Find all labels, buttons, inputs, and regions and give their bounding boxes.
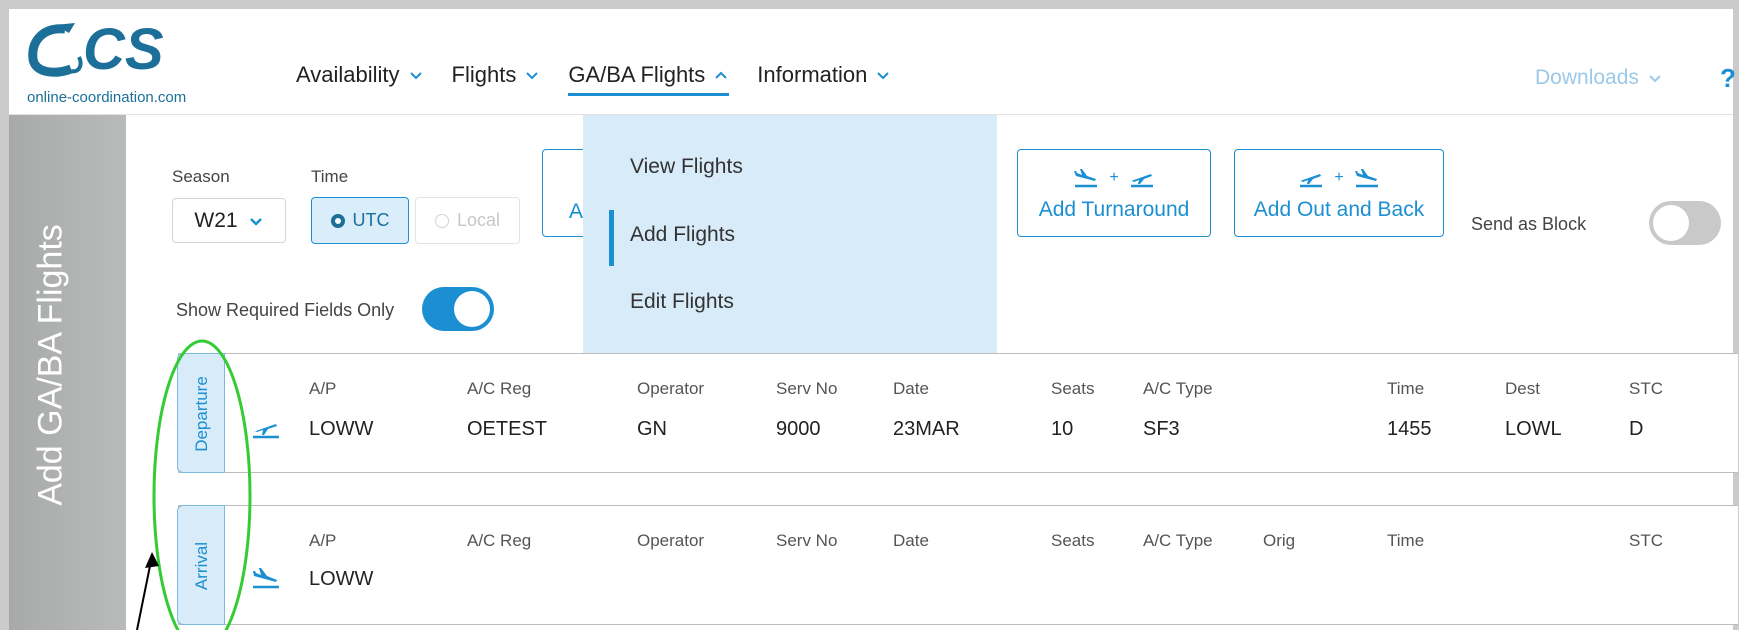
nav-gaba-flights[interactable]: GA/BA Flights xyxy=(568,62,730,96)
dep-value-operator[interactable]: GN xyxy=(637,418,667,441)
arrival-tab-label: Arrival xyxy=(192,541,211,591)
arr-header-seats: Seats xyxy=(1051,531,1095,550)
nav-flights[interactable]: Flights xyxy=(452,62,541,96)
chevron-down-icon xyxy=(249,217,262,226)
chevron-up-icon xyxy=(715,71,728,79)
dep-header-seats: Seats xyxy=(1051,379,1095,398)
arrival-plane-icon xyxy=(1354,169,1378,188)
plus-icon: + xyxy=(1334,169,1344,186)
dep-header-ap: A/P xyxy=(309,379,337,398)
dep-header-time: Time xyxy=(1387,379,1425,398)
logo-lettering: CS xyxy=(83,19,164,81)
dep-header-acreg: A/C Reg xyxy=(467,379,532,398)
add-out-and-back-button[interactable]: + Add Out and Back xyxy=(1234,149,1444,237)
nav-information-label: Information xyxy=(757,62,868,87)
dep-value-date[interactable]: 23MAR xyxy=(893,418,960,441)
add-out-and-back-label: Add Out and Back xyxy=(1253,198,1425,221)
time-local-option[interactable]: Local xyxy=(415,197,520,244)
logo-url: online-coordination.com xyxy=(27,89,187,106)
nav-gaba-flights-label: GA/BA Flights xyxy=(568,62,706,87)
nav-availability[interactable]: Availability xyxy=(296,62,424,96)
dep-header-date: Date xyxy=(893,379,929,398)
nav-availability-label: Availability xyxy=(296,62,400,87)
dep-header-servno: Serv No xyxy=(776,379,838,398)
arrival-tab[interactable]: Arrival xyxy=(177,505,225,625)
departure-tab-label: Departure xyxy=(192,376,211,452)
gaba-flights-dropdown: View Flights Add Flights Edit Flights xyxy=(583,115,997,355)
main-content: Season W21 Time UTC Local A + Add Turnar… xyxy=(126,115,1738,630)
season-value: W21 xyxy=(194,208,238,232)
departure-tab[interactable]: Departure xyxy=(177,353,225,473)
nav-flights-label: Flights xyxy=(451,62,517,87)
help-button[interactable]: ? xyxy=(1720,63,1736,94)
send-as-block-label: Send as Block xyxy=(1471,214,1587,234)
time-local-label: Local xyxy=(456,210,501,230)
time-utc-label: UTC xyxy=(352,210,390,230)
chevron-down-icon xyxy=(1649,75,1661,83)
arrival-plane-icon xyxy=(253,568,279,589)
arr-header-time: Time xyxy=(1387,531,1425,550)
arr-header-date: Date xyxy=(893,531,929,550)
dep-header-operator: Operator xyxy=(637,379,705,398)
departure-plane-icon xyxy=(1300,174,1323,188)
toggle-knob xyxy=(454,291,490,327)
arr-header-stc: STC xyxy=(1629,531,1663,550)
chevron-down-icon xyxy=(877,72,890,80)
dep-value-acreg[interactable]: OETEST xyxy=(467,418,547,441)
show-required-toggle[interactable] xyxy=(422,287,494,331)
radio-unselected-icon xyxy=(434,213,449,228)
active-indicator xyxy=(609,210,614,266)
time-label: Time xyxy=(311,167,349,186)
turnaround-icons: + xyxy=(1018,166,1210,190)
ocs-logo[interactable]: CS online-coordination.com xyxy=(25,17,285,111)
dep-value-seats[interactable]: 10 xyxy=(1051,418,1073,441)
dep-value-dest[interactable]: LOWL xyxy=(1505,418,1562,441)
dropdown-view-flights[interactable]: View Flights xyxy=(630,155,743,179)
main-nav: Availability Flights GA/BA Flights Infor… xyxy=(296,62,891,96)
send-as-block-toggle[interactable] xyxy=(1649,201,1721,245)
page-sidebar: Add GA/BA Flights xyxy=(9,115,126,630)
arr-value-ap[interactable]: LOWW xyxy=(309,568,373,591)
dropdown-add-flights[interactable]: Add Flights xyxy=(630,223,735,247)
toggle-knob xyxy=(1653,205,1689,241)
arrival-row: Arrival A/P A/C Reg Operator Serv No Dat… xyxy=(177,505,1738,625)
page-title: Add GA/BA Flights xyxy=(31,224,70,506)
arr-header-servno: Serv No xyxy=(776,531,838,550)
add-turnaround-label: Add Turnaround xyxy=(1038,198,1190,221)
departure-row: Departure A/P A/C Reg Operator Serv No D… xyxy=(177,353,1738,473)
departure-plane-icon xyxy=(1130,174,1153,188)
nav-information[interactable]: Information xyxy=(757,62,891,96)
dropdown-edit-flights[interactable]: Edit Flights xyxy=(630,290,734,314)
downloads-label: Downloads xyxy=(1535,66,1639,89)
dep-header-actype: A/C Type xyxy=(1143,379,1213,398)
arr-header-ap: A/P xyxy=(309,531,337,550)
plus-icon: + xyxy=(1109,169,1119,186)
arr-header-operator: Operator xyxy=(637,531,705,550)
season-label: Season xyxy=(172,167,230,186)
season-select[interactable]: W21 xyxy=(172,198,286,243)
arr-header-acreg: A/C Reg xyxy=(467,531,532,550)
chevron-down-icon xyxy=(409,72,422,80)
dep-value-servno[interactable]: 9000 xyxy=(776,418,821,441)
show-required-label: Show Required Fields Only xyxy=(176,300,395,320)
add-turnaround-button[interactable]: + Add Turnaround xyxy=(1017,149,1211,237)
arrival-plane-icon xyxy=(1074,169,1098,188)
radio-selected-icon xyxy=(330,213,345,228)
arr-header-actype: A/C Type xyxy=(1143,531,1213,550)
dep-value-actype[interactable]: SF3 xyxy=(1143,418,1180,441)
top-header: CS online-coordination.com Availability … xyxy=(9,9,1736,115)
out-and-back-icons: + xyxy=(1235,166,1443,190)
dep-header-dest: Dest xyxy=(1505,379,1540,398)
dep-value-time[interactable]: 1455 xyxy=(1387,418,1432,441)
downloads-menu[interactable]: Downloads xyxy=(1535,66,1663,90)
chevron-down-icon xyxy=(526,72,539,80)
dep-value-ap[interactable]: LOWW xyxy=(309,418,373,441)
time-utc-option[interactable]: UTC xyxy=(311,197,409,244)
arr-header-orig: Orig xyxy=(1263,531,1296,550)
dep-header-stc: STC xyxy=(1629,379,1663,398)
dep-value-stc[interactable]: D xyxy=(1629,418,1643,441)
departure-plane-icon xyxy=(253,424,279,439)
ocs-logo-mark: CS xyxy=(28,17,164,82)
